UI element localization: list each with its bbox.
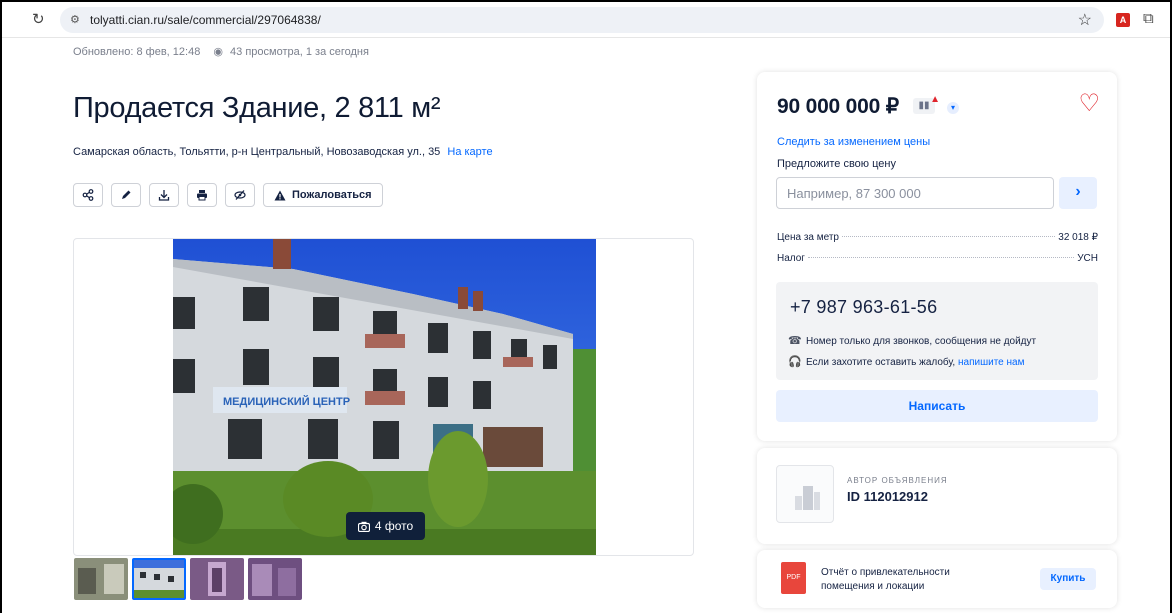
site-settings-icon[interactable]: ⚙ <box>70 13 80 26</box>
price-per-meter-value: 32 018 ₽ <box>1058 232 1098 243</box>
camera-icon <box>357 521 370 532</box>
share-icon <box>82 189 94 201</box>
listing-address: Самарская область, Тольятти, р-н Централ… <box>73 146 493 158</box>
main-photo[interactable]: МЕДИЦИНСКИЙ ЦЕНТР <box>173 239 596 555</box>
print-button[interactable] <box>187 183 217 207</box>
reload-icon[interactable]: ↻ <box>32 12 45 28</box>
phone-box: +7 987 963-61-56 ☎ Номер только для звонк… <box>776 282 1098 380</box>
complaint-link[interactable]: напишите нам <box>958 357 1024 368</box>
building-photo: МЕДИЦИНСКИЙ ЦЕНТР <box>173 239 596 555</box>
thumbnail-1[interactable] <box>74 558 128 600</box>
headset-icon: 🎧 <box>788 356 802 368</box>
bookmark-star-icon[interactable]: ☆ <box>1078 10 1092 30</box>
write-message-button[interactable]: Написать <box>776 390 1098 422</box>
price-value: 90 000 000 ₽ <box>777 95 899 118</box>
url-text[interactable]: tolyatti.cian.ru/sale/commercial/2970648… <box>90 13 321 27</box>
thumbnail-2[interactable] <box>132 558 186 600</box>
chevron-down-icon[interactable]: ▾ <box>947 102 959 114</box>
follow-price-link[interactable]: Следить за изменением цены <box>777 136 930 148</box>
hide-button[interactable] <box>225 183 255 207</box>
price-up-icon: ▲ <box>930 94 940 105</box>
listing-meta: Обновлено: 8 фев, 12:48 ◉ 43 просмотра, … <box>73 45 369 58</box>
dotted-leader <box>842 236 1056 237</box>
price-per-meter-row: Цена за метр 32 018 ₽ <box>777 232 1098 243</box>
author-label: АВТОР ОБЪЯВЛЕНИЯ <box>847 476 948 485</box>
thumbnail-4[interactable] <box>248 558 302 600</box>
share-button[interactable] <box>73 183 103 207</box>
tax-row: Налог УСН <box>777 253 1098 264</box>
calls-only-text: Номер только для звонков, сообщения не д… <box>806 336 1037 347</box>
thumbnail-3[interactable] <box>190 558 244 600</box>
phone-number[interactable]: +7 987 963-61-56 <box>790 297 937 318</box>
report-card: PDF Отчёт о привлекательности помещения … <box>757 550 1117 608</box>
author-card: АВТОР ОБЪЯВЛЕНИЯ ID 112012912 <box>757 448 1117 544</box>
offer-submit-button[interactable]: › <box>1059 177 1097 209</box>
thumbnail-strip <box>74 558 302 600</box>
download-icon <box>158 190 170 201</box>
views-text: 43 просмотра, 1 за сегодня <box>230 46 369 58</box>
bar-chart-icon: ▮▮ <box>918 100 930 111</box>
author-avatar[interactable] <box>776 465 834 523</box>
photo-count-button[interactable]: 4 фото <box>346 512 425 540</box>
pdf-extension-icon[interactable]: A <box>1116 13 1130 27</box>
listing-toolbar: Пожаловаться <box>73 183 383 207</box>
offer-label: Предложите свою цену <box>777 158 896 170</box>
download-button[interactable] <box>149 183 179 207</box>
warning-icon <box>274 190 286 200</box>
dotted-leader <box>807 257 1075 258</box>
pencil-icon <box>122 190 131 199</box>
photo-count-label: 4 фото <box>374 519 414 533</box>
price-history-button[interactable]: ▮▮ ▲ <box>913 94 940 114</box>
chevron-right-icon: › <box>1075 183 1081 200</box>
offer-price-input[interactable] <box>776 177 1054 209</box>
calls-only-note: ☎ Номер только для звонков, сообщения не … <box>788 334 1036 347</box>
svg-text:МЕДИЦИНСКИЙ ЦЕНТР: МЕДИЦИНСКИЙ ЦЕНТР <box>223 395 350 408</box>
phone-icon: ☎ <box>788 335 802 347</box>
author-id[interactable]: ID 112012912 <box>847 489 928 504</box>
report-description: Отчёт о привлекательности помещения и ло… <box>821 567 950 592</box>
page-title: Продается Здание, 2 811 м² <box>73 92 441 124</box>
address-text: Самарская область, Тольятти, р-н Централ… <box>73 146 441 158</box>
report-button[interactable]: Пожаловаться <box>263 183 383 207</box>
price-per-meter-label: Цена за метр <box>777 232 839 243</box>
printer-icon <box>197 190 207 201</box>
thumbnail-image <box>248 558 302 600</box>
thumbnail-image <box>190 558 244 600</box>
extensions-icon[interactable]: ⧉ <box>1143 10 1154 27</box>
complaint-note: 🎧 Если захотите оставить жалобу, напишите… <box>788 355 1024 368</box>
map-link[interactable]: На карте <box>447 146 492 158</box>
complaint-text: Если захотите оставить жалобу, <box>806 357 956 368</box>
price-card: 90 000 000 ₽ ▮▮ ▲ ▾ ♡ Следить за изменен… <box>757 72 1117 441</box>
address-bar[interactable]: ⚙ tolyatti.cian.ru/sale/commercial/29706… <box>60 7 1104 33</box>
building-placeholder-icon <box>795 486 820 510</box>
tax-label: Налог <box>777 253 805 264</box>
thumbnail-image <box>134 560 184 598</box>
thumbnail-image <box>74 558 128 600</box>
updated-text: Обновлено: 8 фев, 12:48 <box>73 46 201 58</box>
note-button[interactable] <box>111 183 141 207</box>
favorite-heart-icon[interactable]: ♡ <box>1078 92 1100 116</box>
buy-report-button[interactable]: Купить <box>1040 568 1096 590</box>
report-label: Пожаловаться <box>292 189 372 201</box>
pdf-file-icon: PDF <box>781 562 806 594</box>
photo-gallery[interactable]: МЕДИЦИНСКИЙ ЦЕНТР <box>73 238 694 556</box>
eye-icon: ◉ <box>213 46 223 58</box>
tax-value: УСН <box>1077 253 1098 264</box>
hide-eye-icon <box>234 190 246 200</box>
browser-toolbar: ↻ ⚙ tolyatti.cian.ru/sale/commercial/297… <box>2 2 1170 38</box>
